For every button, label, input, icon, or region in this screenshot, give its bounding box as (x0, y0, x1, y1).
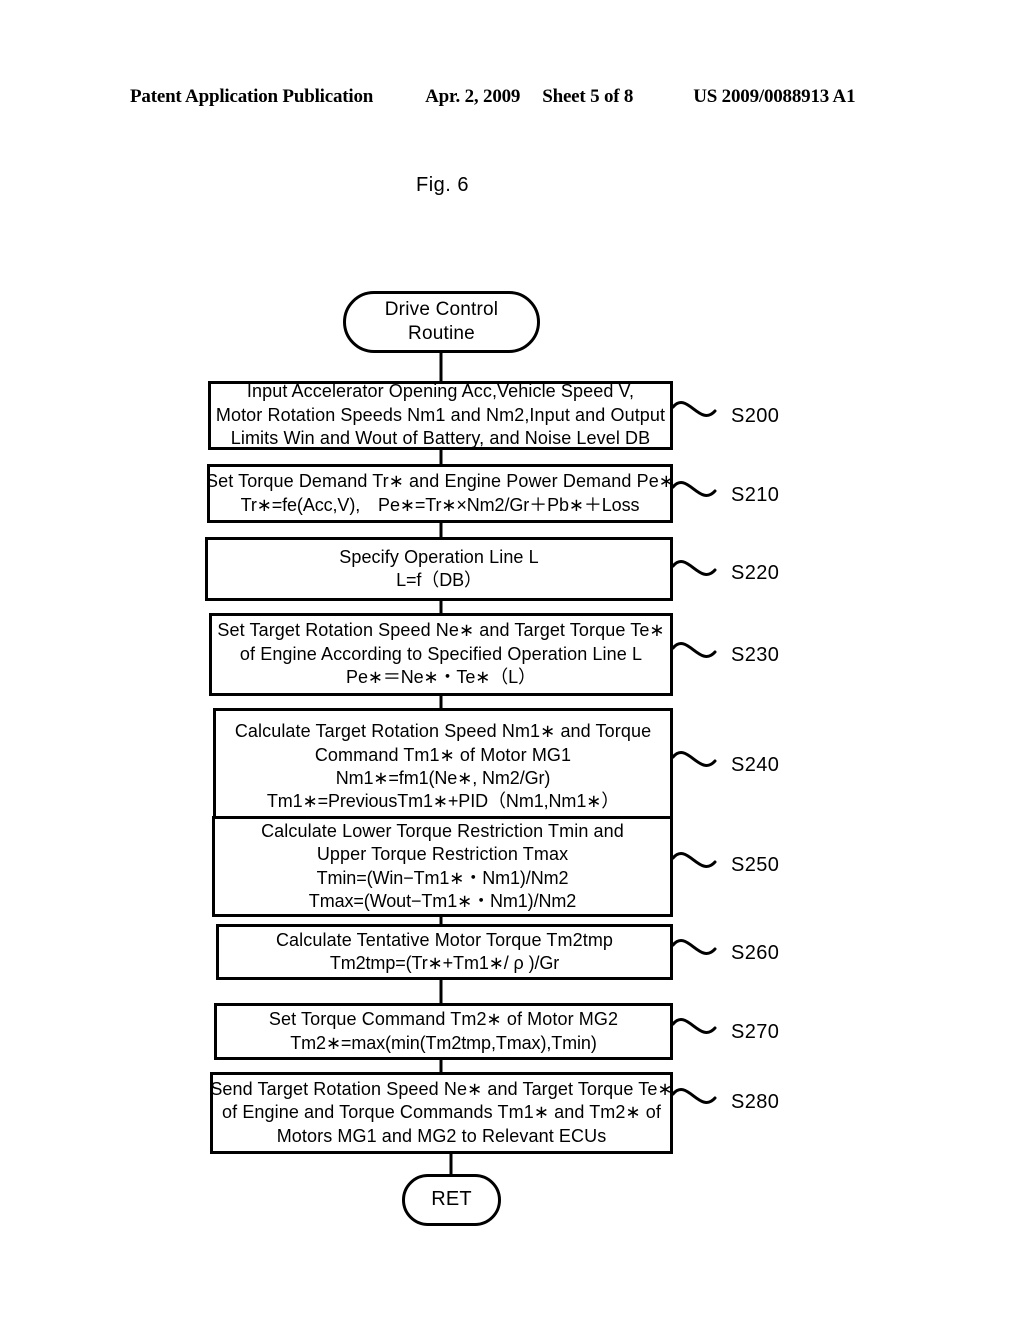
s240-line-3: Nm1∗=fm1(Ne∗, Nm2/Gr) (335, 768, 551, 788)
s260-line-1: Calculate Tentative Motor Torque Tm2tmp (275, 929, 614, 950)
leader-s250 (671, 852, 717, 868)
s230-line-3: Pe∗＝Ne∗・Te∗（L） (346, 667, 536, 688)
s280-line-3: Motors MG1 and MG2 to Relevant ECUs (276, 1125, 607, 1146)
s270-line-2: Tm2∗=max(min(Tm2tmp,Tmax),Tmin) (290, 1032, 597, 1053)
leader-s200 (671, 401, 717, 417)
leader-s240 (671, 751, 717, 767)
process-box-s240: Calculate Target Rotation Speed Nm1∗ and… (213, 708, 673, 826)
leader-s210 (671, 481, 717, 497)
step-label-s240: S240 (731, 754, 780, 776)
step-label-s210: S210 (731, 484, 780, 506)
s240-line-4: Tm1∗=PreviousTm1∗+PID（Nm1,Nm1∗） (266, 791, 620, 812)
start-line-2: Routine (408, 323, 475, 344)
step-label-s260: S260 (731, 942, 780, 964)
s220-line-2: L=f（DB） (396, 570, 482, 590)
process-box-s230: Set Target Rotation Speed Ne∗ and Target… (209, 613, 673, 696)
s230-line-2: of Engine According to Specified Operati… (239, 643, 643, 664)
s230-line-1: Set Target Rotation Speed Ne∗ and Target… (217, 620, 665, 641)
s280-line-2: of Engine and Torque Commands Tm1∗ and T… (222, 1102, 661, 1123)
step-label-s280: S280 (731, 1091, 780, 1113)
step-label-s250: S250 (731, 854, 780, 876)
process-box-s210: Set Torque Demand Tr∗ and Engine Power D… (206, 464, 674, 523)
s260-line-2: Tm2tmp=(Tr∗+Tm1∗/ ρ )/Gr (329, 953, 560, 973)
process-box-s280: Send Target Rotation Speed Ne∗ and Targe… (210, 1072, 673, 1154)
process-box-s270: Set Torque Command Tm2∗ of Motor MG2 Tm2… (214, 1003, 673, 1060)
s250-line-1: Calculate Lower Torque Restriction Tmin … (261, 820, 624, 841)
step-label-s270: S270 (731, 1021, 780, 1043)
return-label: RET (431, 1188, 472, 1211)
step-label-s200: S200 (731, 405, 780, 427)
process-box-s260: Calculate Tentative Motor Torque Tm2tmp … (216, 924, 673, 980)
s240-line-1: Calculate Target Rotation Speed Nm1∗ and… (234, 721, 652, 742)
terminator-return: RET (402, 1174, 501, 1226)
s200-line-3: Limits Win and Wout of Battery, and Nois… (230, 428, 651, 449)
leader-s230 (671, 642, 717, 658)
start-line-1: Drive Control (384, 298, 499, 320)
process-box-s200: Input Accelerator Opening Acc,Vehicle Sp… (208, 381, 673, 450)
s250-line-3: Tmin=(Win−Tm1∗・Nm1)/Nm2 (316, 867, 569, 888)
step-label-s230: S230 (731, 644, 780, 666)
s210-line-1: Set Torque Demand Tr∗ and Engine Power D… (206, 471, 674, 492)
s280-line-1: Send Target Rotation Speed Ne∗ and Targe… (210, 1078, 673, 1099)
s220-line-1: Specify Operation Line L (339, 546, 539, 567)
s200-line-2: Motor Rotation Speeds Nm1 and Nm2,Input … (215, 404, 666, 425)
process-box-s250: Calculate Lower Torque Restriction Tmin … (212, 816, 673, 917)
s250-line-4: Tmax=(Wout−Tm1∗・Nm1)/Nm2 (308, 890, 577, 911)
process-box-s220: Specify Operation Line L L=f（DB） (205, 537, 673, 601)
leader-s260 (671, 939, 717, 955)
leader-s220 (671, 560, 717, 576)
s240-line-2: Command Tm1∗ of Motor MG1 (314, 744, 572, 765)
terminator-start: Drive Control Routine (343, 291, 540, 353)
s200-line-1: Input Accelerator Opening Acc,Vehicle Sp… (246, 381, 635, 402)
step-label-s220: S220 (731, 562, 780, 584)
s210-line-2: Tr∗=fe(Acc,V), Pe∗=Tr∗×Nm2/Gr＋Pb∗＋Loss (240, 494, 640, 515)
leader-s280 (671, 1088, 717, 1104)
s270-line-1: Set Torque Command Tm2∗ of Motor MG2 (268, 1009, 619, 1030)
leader-s270 (671, 1018, 717, 1034)
s250-line-2: Upper Torque Restriction Tmax (316, 844, 569, 865)
